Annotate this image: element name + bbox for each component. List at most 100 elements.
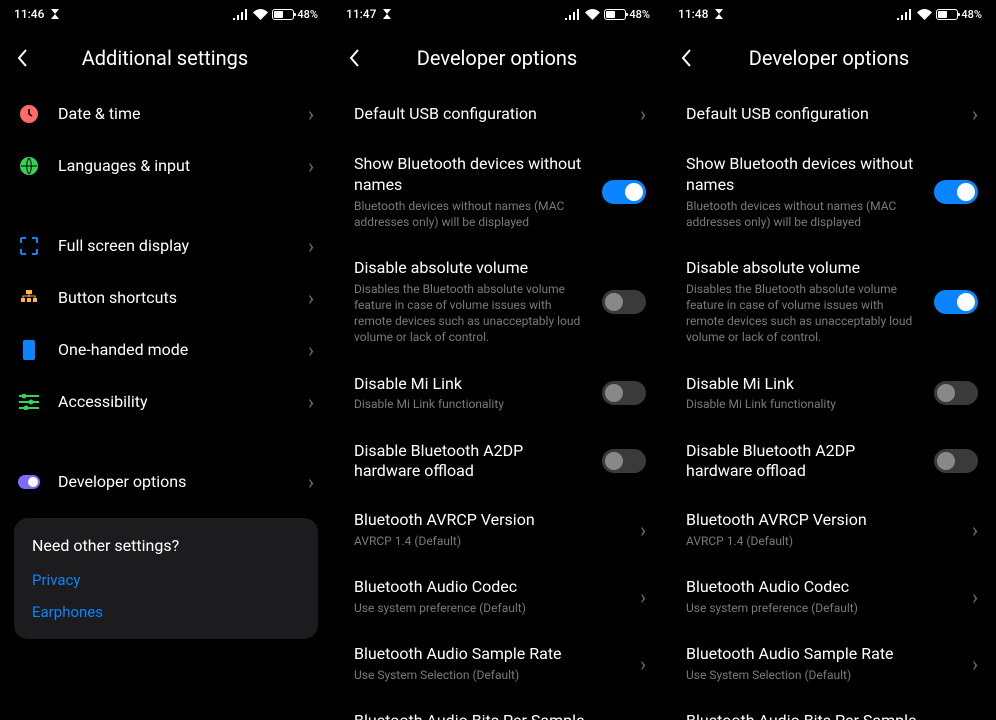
row-subtitle: Disable Mi Link functionality <box>354 396 584 412</box>
row-bluetooth-audio-sample-rate[interactable]: Bluetooth Audio Sample Rate Use System Se… <box>664 630 996 697</box>
chevron-right-icon: › <box>640 652 646 676</box>
signal-icon <box>233 9 249 20</box>
header: Additional settings <box>0 28 332 88</box>
row-label: Bluetooth Audio Bits Per Sample <box>354 711 622 720</box>
chevron-right-icon: › <box>308 338 314 362</box>
row-label: Disable Bluetooth A2DP hardware offload <box>354 441 584 483</box>
row-label: Show Bluetooth devices without names <box>354 154 584 196</box>
row-subtitle: AVRCP 1.4 (Default) <box>354 533 622 549</box>
row-developer-options[interactable]: Developer options › <box>0 456 332 508</box>
row-date-time[interactable]: Date & time › <box>0 88 332 140</box>
accessibility-icon <box>19 394 39 410</box>
link-privacy[interactable]: Privacy <box>32 571 300 589</box>
globe-icon <box>19 156 39 176</box>
status-bar: 11:46 48% <box>0 0 332 28</box>
hourglass-icon <box>50 8 60 20</box>
row-accessibility[interactable]: Accessibility › <box>0 376 332 428</box>
row-label: Default USB configuration <box>354 104 622 125</box>
chevron-right-icon: › <box>972 585 978 609</box>
row-label: Date & time <box>58 104 290 125</box>
link-earphones[interactable]: Earphones <box>32 603 300 621</box>
toggle-switch[interactable] <box>602 290 646 314</box>
row-label: Disable Mi Link <box>354 374 584 395</box>
hourglass-icon <box>382 8 392 20</box>
row-label: Bluetooth Audio Codec <box>686 577 954 598</box>
row-disable-bluetooth-a2dp-hardware-offload[interactable]: Disable Bluetooth A2DP hardware offload <box>664 427 996 497</box>
row-languages-input[interactable]: Languages & input › <box>0 140 332 192</box>
row-bluetooth-avrcp-version[interactable]: Bluetooth AVRCP Version AVRCP 1.4 (Defaul… <box>332 496 664 563</box>
row-show-bluetooth-devices-without-names[interactable]: Show Bluetooth devices without namesBlue… <box>332 140 664 244</box>
row-subtitle: Use system preference (Default) <box>686 600 954 616</box>
row-disable-mi-link[interactable]: Disable Mi LinkDisable Mi Link functiona… <box>664 360 996 427</box>
row-label: Bluetooth AVRCP Version <box>354 510 622 531</box>
toggle-switch[interactable] <box>602 449 646 473</box>
row-disable-mi-link[interactable]: Disable Mi LinkDisable Mi Link functiona… <box>332 360 664 427</box>
dev-options-list: Default USB configuration › Show Bluetooth… <box>664 88 996 720</box>
status-bar: 11:47 48% <box>332 0 664 28</box>
battery-indicator: 48% <box>604 8 650 21</box>
button-shortcuts-icon <box>19 288 39 308</box>
toggle-switch[interactable] <box>934 381 978 405</box>
chevron-right-icon: › <box>308 102 314 126</box>
row-label: Disable Mi Link <box>686 374 916 395</box>
status-bar: 11:48 48% <box>664 0 996 28</box>
fullscreen-icon <box>19 236 39 256</box>
row-label: Button shortcuts <box>58 288 290 309</box>
signal-icon <box>565 9 581 20</box>
header: Developer options <box>332 28 664 88</box>
row-subtitle: Bluetooth devices without names (MAC add… <box>686 198 916 230</box>
row-disable-absolute-volume[interactable]: Disable absolute volumeDisables the Blue… <box>332 244 664 360</box>
row-subtitle: Disable Mi Link functionality <box>686 396 916 412</box>
row-label: Bluetooth Audio Bits Per Sample <box>686 711 954 720</box>
row-bluetooth-audio-codec[interactable]: Bluetooth Audio Codec Use system preferen… <box>332 563 664 630</box>
battery-indicator: 48% <box>936 8 982 21</box>
row-label: Developer options <box>58 472 290 493</box>
row-subtitle: Use System Selection (Default) <box>354 667 622 683</box>
screen-developer-options-2: 11:48 48% Developer options Default USB … <box>664 0 996 720</box>
row-bluetooth-avrcp-version[interactable]: Bluetooth AVRCP Version AVRCP 1.4 (Defaul… <box>664 496 996 563</box>
page-title: Developer options <box>678 46 980 70</box>
chevron-right-icon: › <box>308 234 314 258</box>
chevron-right-icon: › <box>972 652 978 676</box>
hourglass-icon <box>714 8 724 20</box>
row-one-handed-mode[interactable]: One-handed mode › <box>0 324 332 376</box>
wifi-icon <box>253 9 268 20</box>
one-handed-icon <box>20 339 38 361</box>
chevron-right-icon: › <box>972 518 978 542</box>
status-time: 11:48 <box>678 7 708 21</box>
toggle-switch[interactable] <box>934 180 978 204</box>
row-disable-bluetooth-a2dp-hardware-offload[interactable]: Disable Bluetooth A2DP hardware offload <box>332 427 664 497</box>
battery-indicator: 48% <box>272 8 318 21</box>
row-subtitle: AVRCP 1.4 (Default) <box>686 533 954 549</box>
wifi-icon <box>585 9 600 20</box>
row-label: Bluetooth Audio Codec <box>354 577 622 598</box>
row-subtitle: Use system preference (Default) <box>354 600 622 616</box>
row-bluetooth-audio-sample-rate[interactable]: Bluetooth Audio Sample Rate Use System Se… <box>332 630 664 697</box>
row-label: Bluetooth AVRCP Version <box>686 510 954 531</box>
row-label: Full screen display <box>58 236 290 257</box>
row-subtitle: Use System Selection (Default) <box>686 667 954 683</box>
signal-icon <box>897 9 913 20</box>
row-bluetooth-audio-codec[interactable]: Bluetooth Audio Codec Use system preferen… <box>664 563 996 630</box>
row-label: Default USB configuration <box>686 104 954 125</box>
row-full-screen-display[interactable]: Full screen display › <box>0 220 332 272</box>
row-label: Disable Bluetooth A2DP hardware offload <box>686 441 916 483</box>
row-bluetooth-audio-bits-per-sample[interactable]: Bluetooth Audio Bits Per SampleUse Syste… <box>332 697 664 720</box>
row-label: Disable absolute volume <box>354 258 584 279</box>
chevron-right-icon: › <box>972 102 978 126</box>
toggle-switch[interactable] <box>602 180 646 204</box>
row-disable-absolute-volume[interactable]: Disable absolute volumeDisables the Blue… <box>664 244 996 360</box>
toggle-switch[interactable] <box>934 449 978 473</box>
chevron-right-icon: › <box>308 286 314 310</box>
toggle-switch[interactable] <box>934 290 978 314</box>
row-label: Bluetooth Audio Sample Rate <box>686 644 954 665</box>
row-label: Languages & input <box>58 156 290 177</box>
row-default-usb-configuration[interactable]: Default USB configuration› <box>332 88 664 140</box>
row-button-shortcuts[interactable]: Button shortcuts › <box>0 272 332 324</box>
row-label: Bluetooth Audio Sample Rate <box>354 644 622 665</box>
row-bluetooth-audio-bits-per-sample[interactable]: Bluetooth Audio Bits Per SampleUse Syste… <box>664 697 996 720</box>
toggle-switch[interactable] <box>602 381 646 405</box>
row-default-usb-configuration[interactable]: Default USB configuration › <box>664 88 996 140</box>
row-show-bluetooth-devices-without-names[interactable]: Show Bluetooth devices without namesBlue… <box>664 140 996 244</box>
row-label: One-handed mode <box>58 340 290 361</box>
